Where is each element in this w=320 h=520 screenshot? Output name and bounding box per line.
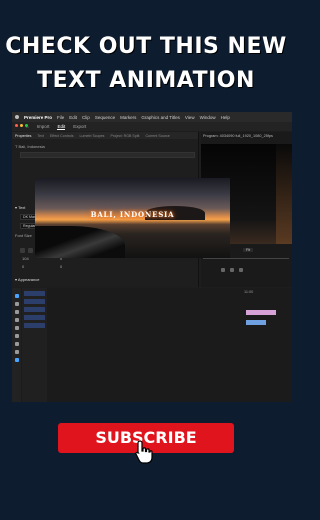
- pen-tool-icon[interactable]: [14, 334, 19, 338]
- tab-properties[interactable]: Properties: [15, 134, 31, 138]
- apple-icon[interactable]: [15, 115, 19, 119]
- step-forward-icon[interactable]: [239, 268, 243, 272]
- layer-name: Bali, Indonesia: [18, 144, 45, 149]
- layer-selection[interactable]: [20, 152, 195, 158]
- window-controls: [15, 124, 28, 127]
- tab-effect-controls[interactable]: Effect Controls: [50, 134, 74, 138]
- timeline-tracks[interactable]: 11:00: [244, 290, 292, 400]
- headline: CHECK OUT THIS NEW TEXT ANIMATION: [0, 30, 292, 98]
- leading-value[interactable]: 0: [22, 264, 24, 269]
- appearance-section-header[interactable]: ▾ Appearance: [15, 277, 39, 282]
- mode-bar: ⌂ Import Edit Export: [12, 122, 292, 131]
- timeline-ruler-mark: 11:00: [244, 290, 254, 294]
- razor-tool-icon[interactable]: [14, 318, 19, 322]
- monitor-ruler[interactable]: [203, 258, 289, 262]
- step-back-icon[interactable]: [221, 268, 225, 272]
- timeline-panel: 11:00: [12, 288, 292, 402]
- menu-graphics[interactable]: Graphics and Titles: [141, 115, 180, 120]
- tab-text[interactable]: Text: [37, 134, 44, 138]
- hand-cursor-icon: [135, 440, 153, 464]
- track-headers: [22, 288, 47, 402]
- zoom-fit-dropdown[interactable]: Fit: [243, 248, 254, 252]
- menubar: Premiere Pro File Edit Clip Sequence Mar…: [12, 112, 292, 122]
- track-v1[interactable]: [24, 307, 45, 312]
- menu-window[interactable]: Window: [200, 115, 216, 120]
- tab-edit[interactable]: Edit: [57, 124, 66, 130]
- chevron-down-icon: ▾: [15, 277, 18, 282]
- maximize-window-icon[interactable]: [25, 124, 28, 127]
- slip-tool-icon[interactable]: [14, 326, 19, 330]
- menu-clip[interactable]: Clip: [82, 115, 90, 120]
- animated-title: BALI, INDONESIA: [90, 210, 175, 219]
- ripple-edit-tool-icon[interactable]: [14, 310, 19, 314]
- tab-import[interactable]: Import: [37, 124, 50, 129]
- layer-row[interactable]: T Bali, Indonesia: [15, 144, 45, 149]
- menu-sequence[interactable]: Sequence: [95, 115, 115, 120]
- track-select-tool-icon[interactable]: [14, 302, 19, 306]
- font-size-label: Font Size: [15, 233, 32, 238]
- tracking-value[interactable]: 104: [22, 256, 29, 261]
- headline-line-2: TEXT ANIMATION: [37, 68, 255, 93]
- chevron-down-icon: ▾: [15, 205, 18, 210]
- monitor-title[interactable]: Program: 4034090 full_1920_1080_25fps: [201, 132, 292, 140]
- menu-help[interactable]: Help: [221, 115, 230, 120]
- track-v3[interactable]: [24, 291, 45, 296]
- align-center-icon[interactable]: [28, 248, 33, 253]
- timeline-clip[interactable]: [246, 310, 276, 315]
- track-a2[interactable]: [24, 323, 45, 328]
- menu-view[interactable]: View: [185, 115, 195, 120]
- video-content: [276, 144, 292, 244]
- type-tool-icon[interactable]: [14, 358, 19, 362]
- shoreline: [35, 226, 125, 258]
- tools-panel: [12, 288, 21, 402]
- rectangle-tool-icon[interactable]: [14, 342, 19, 346]
- track-a1[interactable]: [24, 315, 45, 320]
- menu-app-name[interactable]: Premiere Pro: [24, 115, 52, 120]
- tab-current-source[interactable]: Current Source: [145, 134, 169, 138]
- text-section-header[interactable]: ▾ Text: [15, 205, 25, 210]
- hand-tool-icon[interactable]: [14, 350, 19, 354]
- baseline-value[interactable]: 0: [60, 264, 62, 269]
- track-v2[interactable]: [24, 299, 45, 304]
- tab-export[interactable]: Export: [73, 124, 86, 129]
- menu-file[interactable]: File: [57, 115, 64, 120]
- selection-tool-icon[interactable]: [14, 294, 19, 298]
- menu-markers[interactable]: Markers: [120, 115, 136, 120]
- panel-tabs: Properties Text Effect Controls Lumetri …: [12, 132, 198, 139]
- close-window-icon[interactable]: [15, 124, 18, 127]
- headline-line-1: CHECK OUT THIS NEW: [5, 34, 287, 59]
- timeline-clip[interactable]: [246, 320, 266, 325]
- play-icon[interactable]: [230, 268, 234, 272]
- transport-controls: [221, 268, 243, 272]
- text-section-label: Text: [18, 205, 26, 210]
- video-preview: BALI, INDONESIA: [35, 178, 230, 258]
- align-left-icon[interactable]: [20, 248, 25, 253]
- tab-lumetri-scopes[interactable]: Lumetri Scopes: [80, 134, 105, 138]
- minimize-window-icon[interactable]: [20, 124, 23, 127]
- appearance-section-label: Appearance: [17, 277, 40, 282]
- text-layer-icon: T: [15, 144, 18, 149]
- menu-edit[interactable]: Edit: [69, 115, 77, 120]
- tab-project[interactable]: Project: RGB Split: [110, 134, 139, 138]
